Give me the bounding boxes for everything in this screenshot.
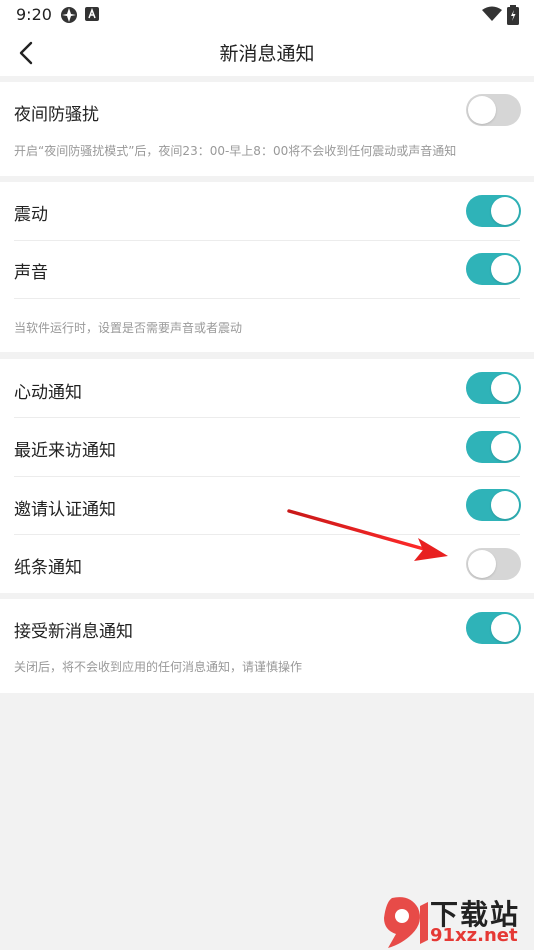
invite-notification-toggle[interactable] bbox=[466, 489, 521, 521]
sound-toggle[interactable] bbox=[466, 253, 521, 285]
vibration-toggle[interactable] bbox=[466, 195, 521, 227]
heart-notification-label: 心动通知 bbox=[14, 383, 82, 403]
toggle-knob bbox=[491, 374, 519, 402]
accept-section: 接受新消息通知 关闭后，将不会收到应用的任何消息通知，请谨慎操作 bbox=[0, 599, 534, 693]
visit-notification-row[interactable]: 最近来访通知 bbox=[0, 418, 534, 476]
vibration-row[interactable]: 震动 bbox=[0, 182, 534, 240]
toggle-knob bbox=[491, 614, 519, 642]
accept-notification-toggle[interactable] bbox=[466, 612, 521, 644]
accept-note: 关闭后，将不会收到应用的任何消息通知，请谨慎操作 bbox=[14, 660, 303, 674]
app-a-icon bbox=[85, 7, 99, 21]
visit-notification-toggle[interactable] bbox=[466, 431, 521, 463]
top-app-bar: 新消息通知 bbox=[0, 30, 534, 76]
watermark-domain: 91xz.net bbox=[430, 925, 518, 946]
sound-row[interactable]: 声音 bbox=[0, 241, 534, 299]
note-notification-label: 纸条通知 bbox=[14, 558, 82, 578]
battery-icon bbox=[507, 5, 519, 25]
divider bbox=[14, 298, 520, 299]
sound-label: 声音 bbox=[14, 263, 48, 283]
night-mode-note: 开启“夜间防骚扰模式”后，夜间23：00-早上8：00将不会收到任何震动或声音通… bbox=[14, 144, 457, 158]
toggle-knob bbox=[468, 550, 496, 578]
status-bar: 9:20 bbox=[0, 0, 534, 30]
status-time: 9:20 bbox=[16, 5, 52, 24]
toggle-knob bbox=[491, 433, 519, 461]
toggle-knob bbox=[491, 491, 519, 519]
visit-notification-label: 最近来访通知 bbox=[14, 441, 116, 461]
note-notification-toggle[interactable] bbox=[466, 548, 521, 580]
heart-notification-toggle[interactable] bbox=[466, 372, 521, 404]
note-notification-row[interactable]: 纸条通知 bbox=[0, 535, 534, 593]
wifi-icon bbox=[482, 6, 502, 21]
accept-notification-row[interactable]: 接受新消息通知 bbox=[0, 599, 534, 657]
invite-notification-row[interactable]: 邀请认证通知 bbox=[0, 476, 534, 534]
night-mode-label: 夜间防骚扰 bbox=[14, 105, 99, 125]
page-title: 新消息通知 bbox=[219, 43, 315, 65]
invite-notification-label: 邀请认证通知 bbox=[14, 500, 116, 520]
alert-section: 震动 声音 当软件运行时，设置是否需要声音或者震动 bbox=[0, 182, 534, 352]
toggle-knob bbox=[491, 197, 519, 225]
toggle-knob bbox=[491, 255, 519, 283]
vibration-label: 震动 bbox=[14, 205, 48, 225]
heart-notification-row[interactable]: 心动通知 bbox=[0, 359, 534, 417]
app-notification-icon bbox=[61, 7, 77, 23]
night-mode-row[interactable]: 夜间防骚扰 bbox=[0, 82, 534, 140]
toggle-knob bbox=[468, 96, 496, 124]
night-mode-section: 夜间防骚扰 开启“夜间防骚扰模式”后，夜间23：00-早上8：00将不会收到任何… bbox=[0, 82, 534, 176]
notification-types-section: 心动通知 最近来访通知 邀请认证通知 纸条通知 bbox=[0, 359, 534, 593]
accept-notification-label: 接受新消息通知 bbox=[14, 622, 133, 642]
night-mode-toggle[interactable] bbox=[466, 94, 521, 126]
alert-note: 当软件运行时，设置是否需要声音或者震动 bbox=[14, 321, 243, 335]
